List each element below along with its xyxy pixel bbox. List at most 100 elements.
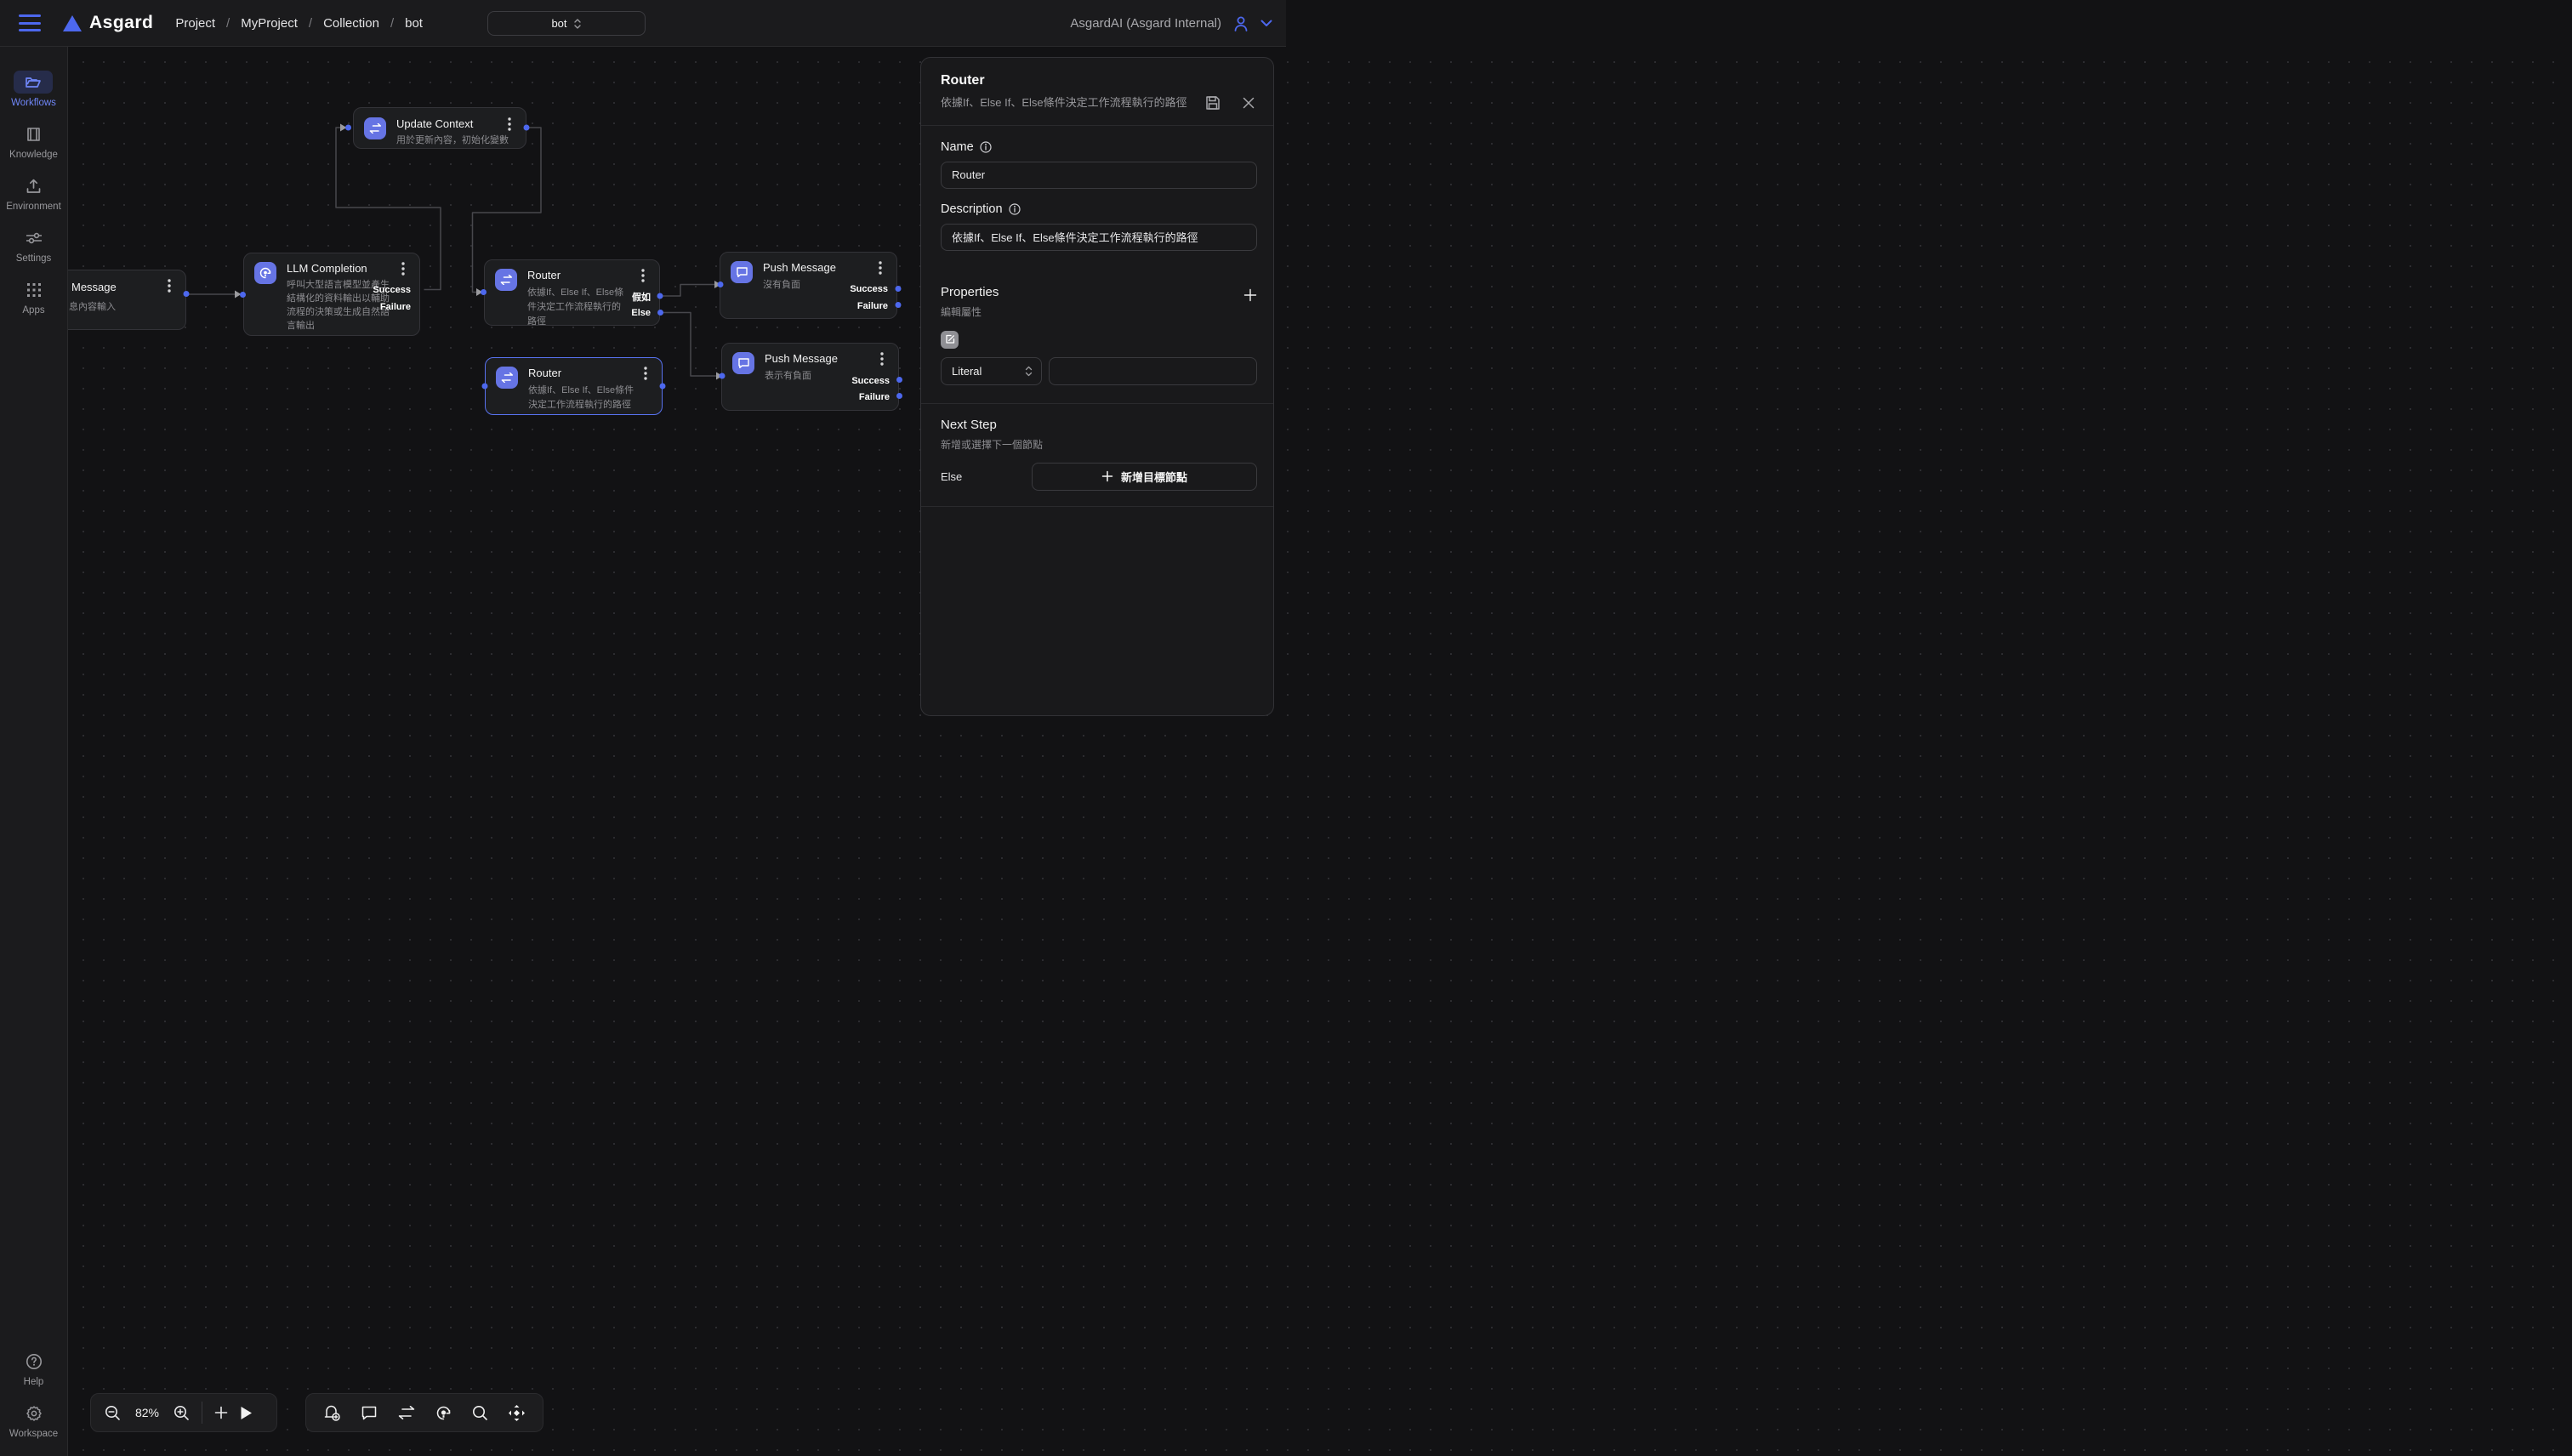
node-menu-icon[interactable] [640,367,652,380]
close-icon[interactable] [1243,97,1255,109]
add-property-icon[interactable] [1243,288,1257,302]
breadcrumb-bot[interactable]: bot [405,16,423,31]
info-icon [980,141,992,153]
search-icon[interactable] [472,1405,488,1421]
edge-arrowhead [340,124,347,132]
top-bar: Asgard Project / MyProject / Collection … [0,0,1286,47]
sidebar-item-label: Settings [16,253,52,264]
breadcrumb: Project / MyProject / Collection / bot [175,16,423,31]
router-node-icon[interactable] [397,1406,416,1419]
account-label: AsgardAI (Asgard Internal) [1070,16,1221,31]
save-icon[interactable] [1205,95,1221,111]
workflow-canvas[interactable]: Message 息內容輸入 Update Context 用於更新內容，初始化變… [68,47,2572,1456]
zoom-in-icon[interactable] [174,1405,190,1421]
breadcrumb-separator: / [390,16,394,31]
output-port-label: Success [373,285,411,295]
fit-view-icon[interactable] [508,1404,526,1422]
node-description: 用於更新內容，初始化變數 [396,134,514,148]
workflow-edges [68,47,2572,1456]
add-node-icon[interactable] [214,1406,228,1419]
message-node-icon[interactable] [361,1405,378,1421]
node-update-context[interactable]: Update Context 用於更新內容，初始化變數 [353,107,526,149]
description-input[interactable] [941,224,1257,251]
workspace-gear-icon [14,1402,54,1425]
node-config-panel: Router 依據If、Else If、Else條件決定工作流程執行的路徑 Na… [920,57,1274,716]
node-router-1[interactable]: Router 依據If、Else If、Else條件決定工作流程執行的路徑 假如… [484,259,660,326]
sidebar-item-workflows[interactable]: Workflows [11,71,56,108]
panel-description: 依據If、Else If、Else條件決定工作流程執行的路徑 [941,94,1203,111]
sidebar-item-help[interactable]: Help [14,1350,54,1387]
node-push-message-2[interactable]: Push Message 表示有負面 Success Failure [721,343,899,411]
sidebar-item-workspace[interactable]: Workspace [9,1402,58,1439]
sidebar-item-settings[interactable]: Settings [14,226,54,264]
node-title: LLM Completion [287,262,367,275]
port-update-context-in [345,125,351,131]
node-menu-icon[interactable] [163,279,175,293]
help-icon [14,1350,54,1373]
asgard-logo-icon [63,15,82,31]
edge-arrowhead [235,291,242,299]
chevron-updown-icon [1025,366,1033,377]
output-port-label: Else [631,308,651,318]
sidebar-item-label: Workspace [9,1429,58,1439]
brand-title: Asgard [89,13,153,33]
node-menu-icon[interactable] [874,261,886,275]
add-notification-icon[interactable] [323,1404,341,1422]
llm-node-icon[interactable] [435,1404,452,1422]
breadcrumb-collection[interactable]: Collection [323,16,379,31]
edit-property-icon[interactable] [941,331,959,349]
node-description: 依據If、Else If、Else條件決定工作流程執行的路徑 [527,286,628,329]
user-icon[interactable] [1232,14,1250,33]
node-menu-icon[interactable] [504,117,515,131]
edge-router1-else-to-push2 [660,313,717,377]
node-description: 息內容輸入 [69,300,174,315]
sidebar-item-label: Knowledge [9,150,58,160]
add-target-node-button[interactable]: 新增目標節點 [1032,463,1257,491]
zoom-out-icon[interactable] [105,1405,121,1421]
node-message[interactable]: Message 息內容輸入 [68,270,186,330]
run-workflow-icon[interactable] [240,1406,253,1420]
breadcrumb-separator: / [309,16,312,31]
breadcrumb-separator: / [226,16,230,31]
workflows-folder-icon [14,71,53,94]
sidebar-item-knowledge[interactable]: Knowledge [9,122,58,160]
sidebar-item-apps[interactable]: Apps [14,278,54,316]
edge-arrowhead [476,288,483,296]
property-type-select[interactable]: Literal [941,357,1042,385]
node-menu-icon[interactable] [397,262,409,276]
node-title: Message [71,281,117,293]
info-icon [1009,203,1021,215]
add-target-node-label: 新增目標節點 [1121,469,1187,485]
sidebar-item-label: Help [24,1377,44,1387]
zoom-level: 82% [133,1406,162,1419]
output-port-label: 假如 [632,290,651,304]
settings-sliders-icon [14,226,54,249]
llm-completion-icon [254,262,276,284]
plus-icon [1101,470,1113,482]
chevron-updown-icon [573,18,582,30]
panel-divider [921,506,1273,507]
menu-icon[interactable] [19,14,41,31]
properties-title: Properties [941,285,999,299]
workflow-selector[interactable]: bot [487,11,646,36]
name-input[interactable] [941,162,1257,189]
sidebar-item-environment[interactable]: Environment [6,174,61,212]
push-message-icon [732,352,754,374]
panel-title: Router [941,73,1257,88]
output-port-label: Failure [859,392,890,402]
next-step-title: Next Step [941,418,1257,432]
panel-divider [921,403,1273,404]
node-title: Update Context [396,117,473,130]
node-push-message-1[interactable]: Push Message 沒有負面 Success Failure [720,252,897,319]
output-port-label: Success [851,376,890,386]
chevron-down-icon[interactable] [1260,20,1272,27]
breadcrumb-project[interactable]: Project [175,16,215,31]
node-menu-icon[interactable] [876,352,888,366]
node-palette-toolbar [305,1393,543,1432]
sidebar-item-label: Apps [22,305,44,316]
node-llm-completion[interactable]: LLM Completion 呼叫大型語言模型並產生結構化的資料輸出以輔助流程的… [243,253,420,336]
property-value-input[interactable] [1049,357,1257,385]
node-menu-icon[interactable] [637,269,649,282]
breadcrumb-myproject[interactable]: MyProject [241,16,298,31]
node-router-2[interactable]: Router 依據If、Else If、Else條件決定工作流程執行的路徑 [485,357,663,415]
